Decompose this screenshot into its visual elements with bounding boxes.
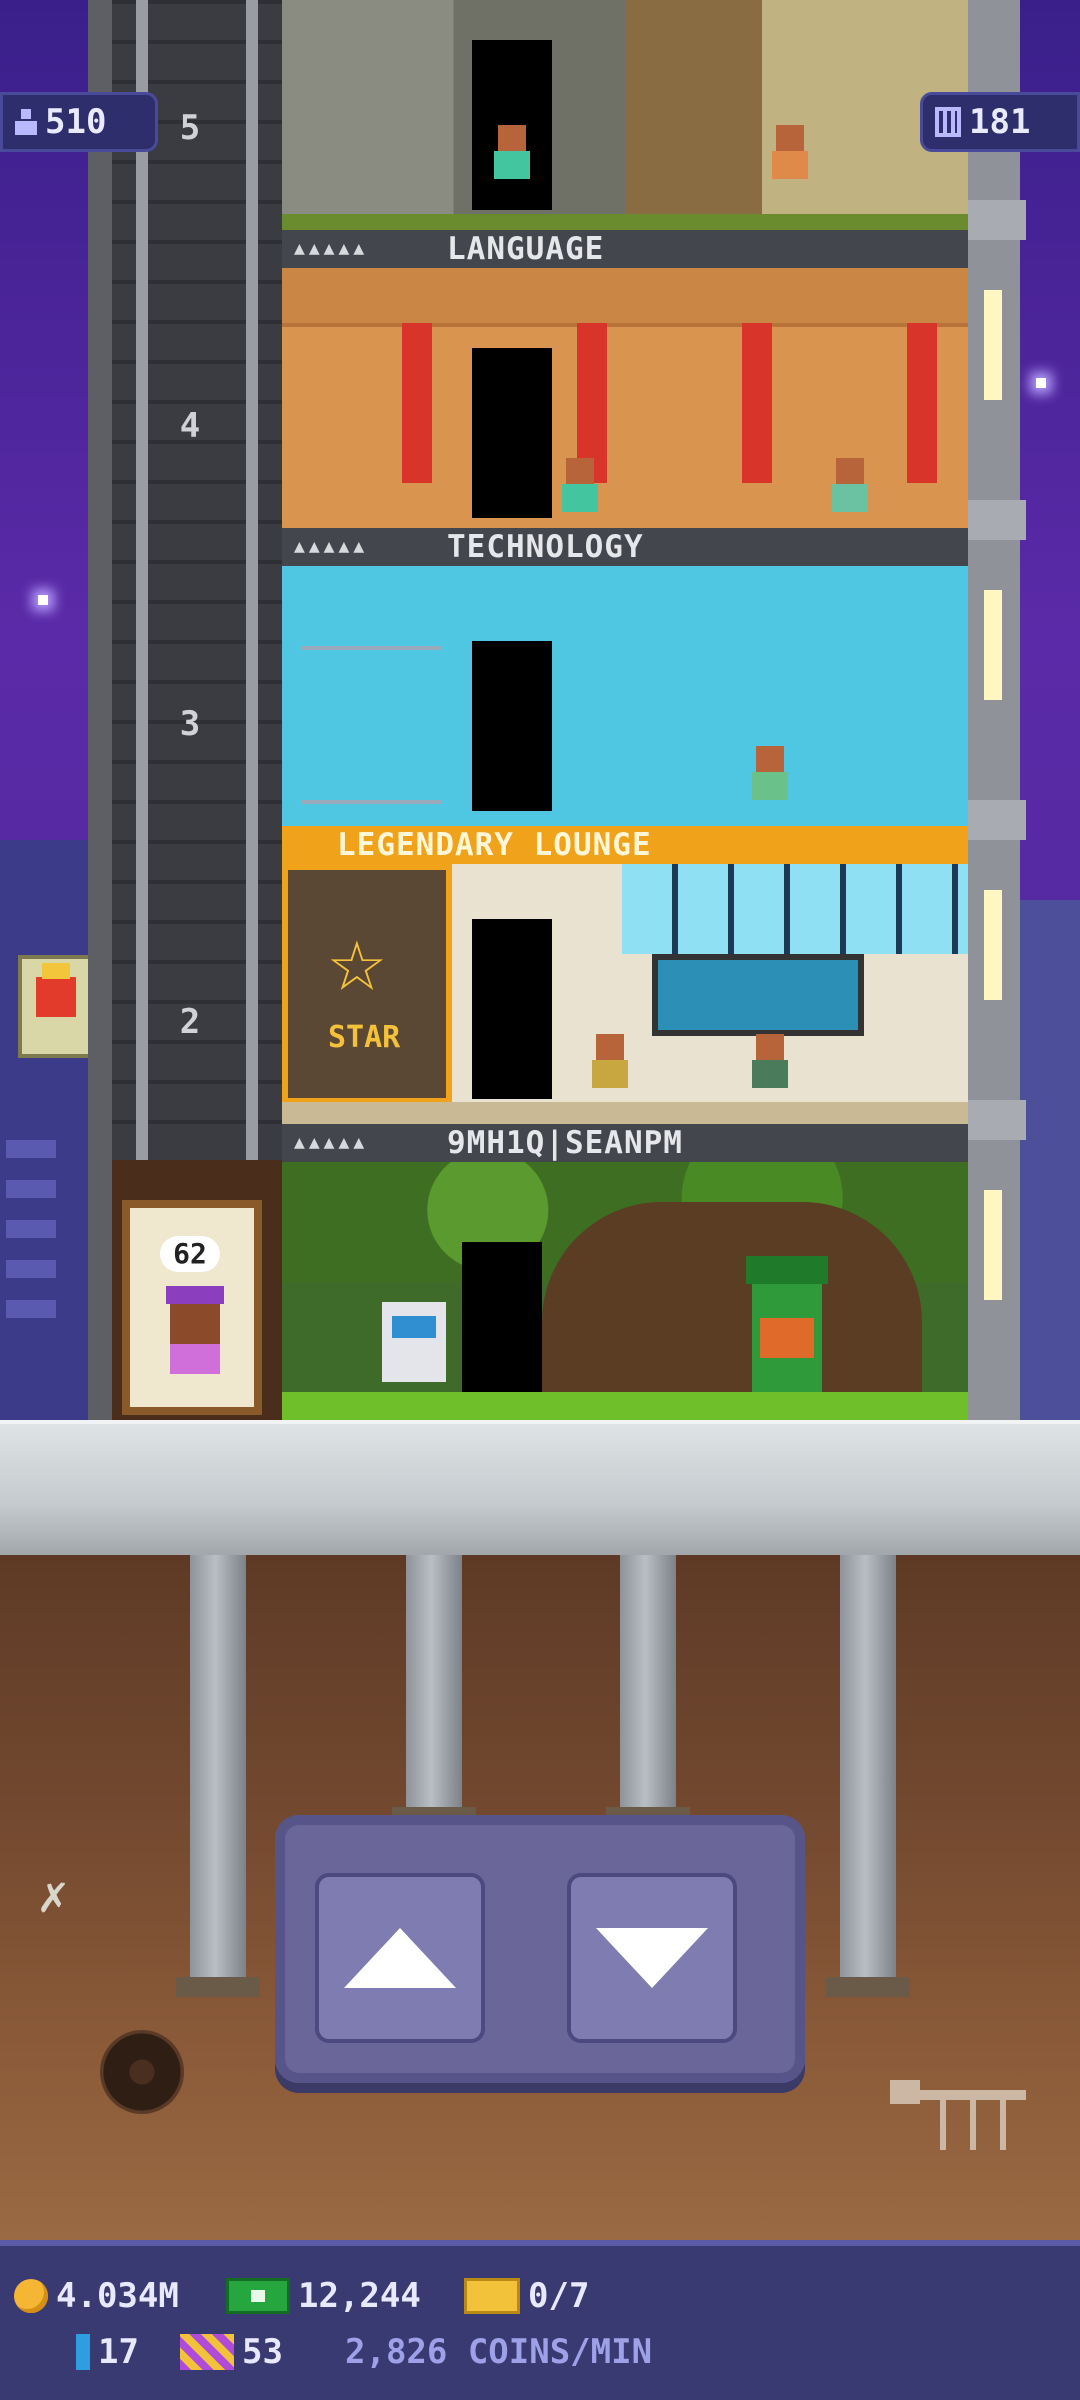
sparkle-icon: [1036, 378, 1046, 388]
elevator-up-button[interactable]: [315, 1873, 485, 2043]
floor-mining[interactable]: [282, 0, 968, 232]
coins-stat[interactable]: 4.034M: [14, 2276, 179, 2316]
up-arrow-icon: [344, 1928, 456, 1988]
bux-value: 12,244: [298, 2276, 421, 2316]
legendary-stat[interactable]: 53: [180, 2332, 283, 2372]
floor-door: [472, 919, 552, 1099]
elevator-control-panel: [275, 1815, 805, 2083]
city-building-right: [1020, 900, 1080, 1420]
floor-treehouse[interactable]: ▲▲▲▲▲ 9MH1Q|SEANPM: [282, 1124, 968, 1420]
currency-bar: 4.034M 12,244 0/7 17 53 2,826 COINS/MIN: [0, 2240, 1080, 2400]
golden-ticket-icon: [464, 2278, 520, 2314]
keys-stat[interactable]: 17: [76, 2332, 139, 2372]
foundation-pillar: [606, 1555, 690, 1827]
floor-number-3: 3: [179, 704, 201, 744]
resident[interactable]: [832, 458, 868, 518]
down-arrow-icon: [596, 1928, 708, 1988]
fries-billboard: [18, 955, 94, 1058]
coin-icon: [14, 2279, 48, 2313]
sparkle-icon: [38, 595, 48, 605]
floor-number-5: 5: [179, 108, 201, 148]
resident[interactable]: [562, 458, 598, 518]
bone-icon: ✗: [38, 1866, 69, 1924]
tickets-stat[interactable]: 0/7: [464, 2276, 589, 2316]
foundation-pillar: [176, 1555, 260, 1997]
resident-leprechaun[interactable]: [746, 1256, 828, 1392]
aquarium: [652, 954, 864, 1036]
elevator-passenger-count: 62: [160, 1236, 220, 1272]
floor-stars: ▲▲▲▲▲: [294, 536, 369, 557]
tickets-value: 0/7: [528, 2276, 590, 2316]
floor-technology[interactable]: ▲▲▲▲▲ TECHNOLOGY: [282, 528, 968, 826]
floor-legendary-lounge[interactable]: LEGENDARY LOUNGE ☆ STAR: [282, 826, 968, 1124]
ground-slab: [0, 1420, 1080, 1559]
floor-name: 9MH1Q|SEANPM: [447, 1125, 683, 1161]
floor-number-2: 2: [179, 1002, 201, 1042]
floor-banner: LEGENDARY LOUNGE: [282, 826, 968, 864]
floor-count-badge[interactable]: 181: [920, 92, 1080, 152]
elevator-down-button[interactable]: [567, 1873, 737, 2043]
key-icon: [76, 2334, 90, 2370]
resident[interactable]: [752, 1034, 788, 1094]
tower-right-pillar: [962, 0, 1026, 1420]
star-sign-label: STAR: [328, 1020, 401, 1055]
foundation-pillar: [826, 1555, 910, 1997]
floor-door: [472, 641, 552, 811]
elevator-car[interactable]: 62: [122, 1200, 262, 1415]
coins-value: 4.034M: [56, 2276, 179, 2316]
floor-language[interactable]: ▲▲▲▲▲ LANGUAGE: [282, 230, 968, 528]
resident-spartan[interactable]: [592, 1034, 628, 1094]
building-icon: [935, 107, 961, 137]
star-sign: ☆ STAR: [282, 864, 452, 1104]
person-icon: [15, 109, 37, 135]
floor-name: TECHNOLOGY: [447, 529, 644, 565]
elevator-rider: [166, 1286, 224, 1374]
fossil-icon: [880, 2070, 1040, 2160]
floor-door: [462, 1242, 542, 1402]
floor-stars: ▲▲▲▲▲: [294, 238, 369, 259]
resident[interactable]: [772, 125, 808, 185]
keys-value: 17: [98, 2332, 139, 2372]
floor-banner: ▲▲▲▲▲ TECHNOLOGY: [282, 528, 968, 566]
floor-count: 181: [969, 102, 1031, 142]
resident[interactable]: [752, 746, 788, 806]
floor-banner: ▲▲▲▲▲ LANGUAGE: [282, 230, 968, 268]
population-count: 510: [45, 102, 107, 142]
resident[interactable]: [494, 125, 530, 185]
star-icon: ☆: [328, 902, 386, 1014]
bux-icon: [226, 2278, 290, 2314]
coin-rate: 2,826 COINS/MIN: [345, 2332, 652, 2372]
floor-number-4: 4: [179, 406, 201, 446]
population-badge[interactable]: 510: [0, 92, 158, 152]
floor-banner: ▲▲▲▲▲ 9MH1Q|SEANPM: [282, 1124, 968, 1162]
floor-name: LANGUAGE: [447, 231, 605, 267]
legendary-bitizen-icon: [180, 2334, 234, 2370]
foundation-pillar: [392, 1555, 476, 1827]
tire-icon: [100, 2030, 184, 2114]
resident-robot[interactable]: [382, 1302, 446, 1382]
elevator-shaft[interactable]: [112, 0, 282, 1160]
floor-stars: ▲▲▲▲▲: [294, 1132, 369, 1153]
coin-rate-value: 2,826 COINS/MIN: [345, 2332, 653, 2372]
legendary-value: 53: [242, 2332, 283, 2372]
bux-stat[interactable]: 12,244: [226, 2276, 421, 2316]
floor-door: [472, 348, 552, 518]
fries-icon: [36, 963, 76, 1017]
computer-desk: [302, 646, 442, 804]
floor-name: LEGENDARY LOUNGE: [337, 827, 652, 863]
